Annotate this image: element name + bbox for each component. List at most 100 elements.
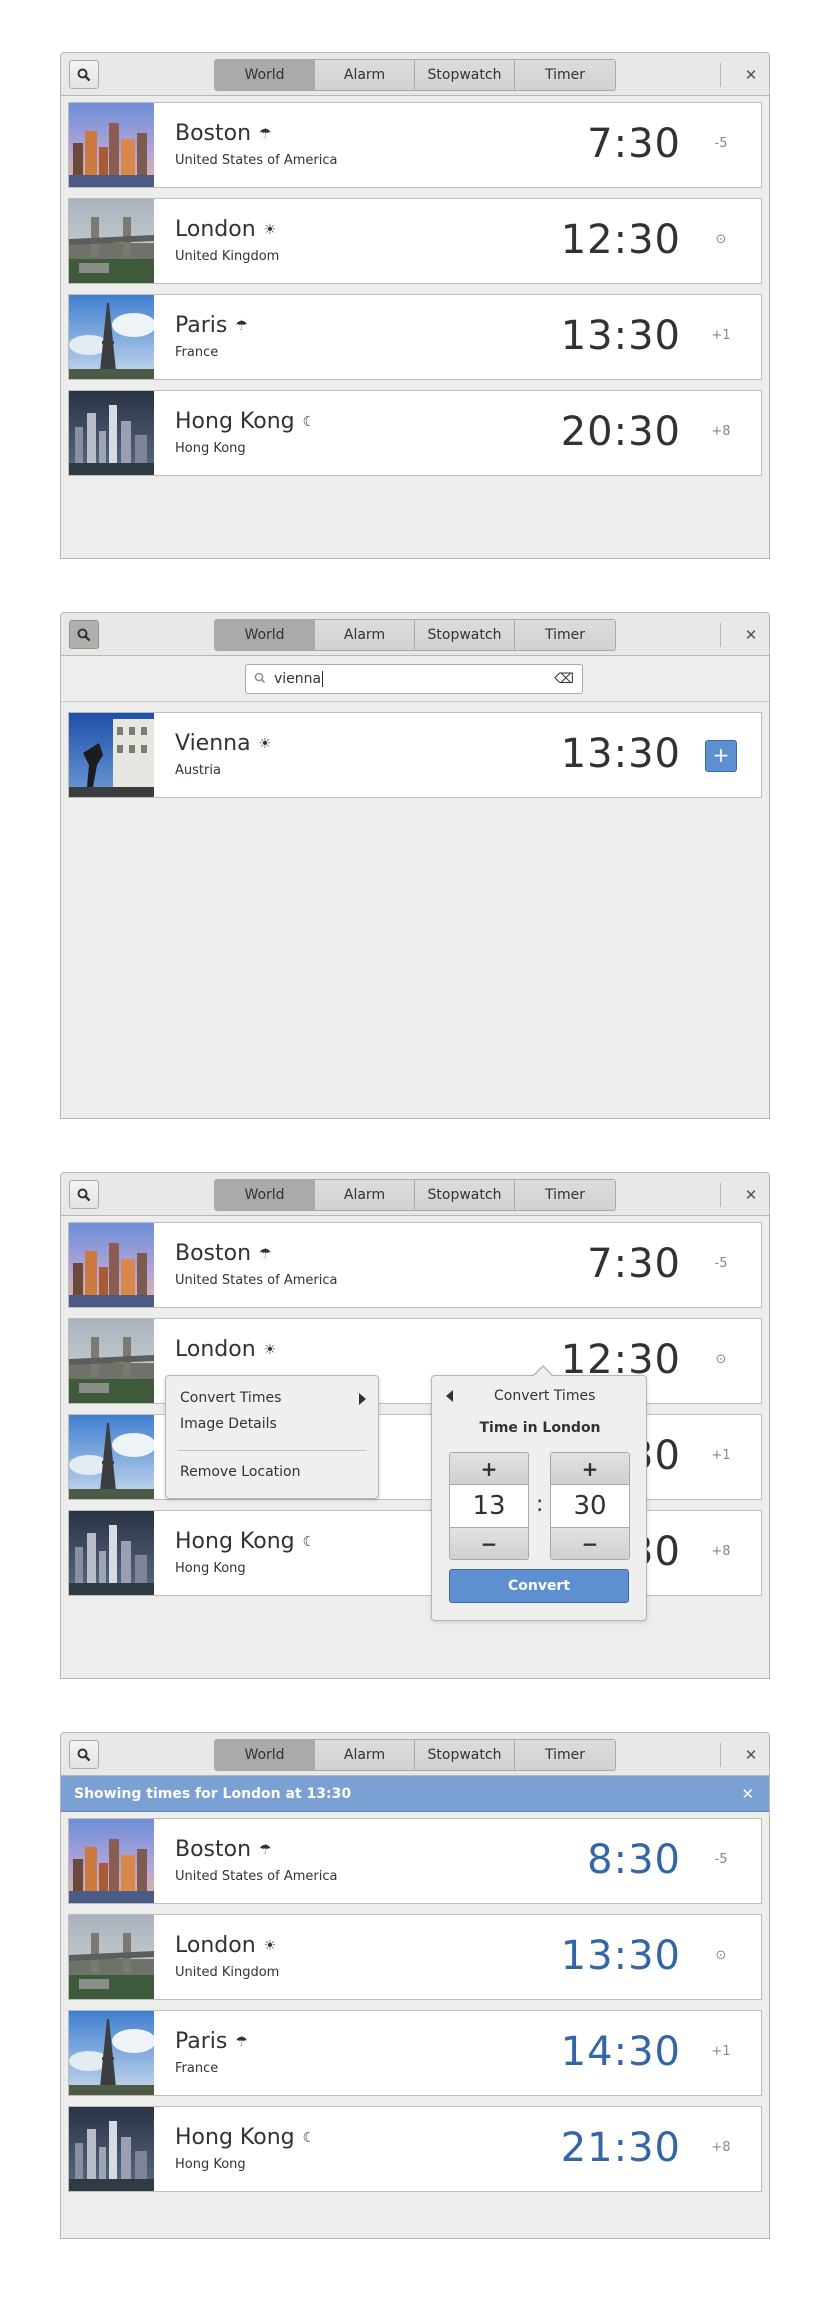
tab-world[interactable]: World	[215, 620, 315, 650]
search-icon	[254, 672, 266, 684]
header-bar: World Alarm Stopwatch Timer ✕	[61, 613, 769, 656]
minutes-decrement-button[interactable]: −	[551, 1527, 629, 1559]
header-separator	[720, 1183, 721, 1207]
city-name: Boston ☂	[175, 1837, 272, 1862]
city-photo-paris	[69, 1415, 154, 1499]
clock-row-boston[interactable]: Boston ☂ United States of America 8:30 -5	[68, 1818, 762, 1904]
tab-stopwatch[interactable]: Stopwatch	[415, 60, 515, 90]
close-icon[interactable]: ✕	[741, 65, 761, 85]
tab-world[interactable]: World	[215, 1740, 315, 1770]
menu-item-remove-location[interactable]: Remove Location	[180, 1464, 300, 1480]
clock-row-paris[interactable]: Paris ☂ France 14:30 +1	[68, 2010, 762, 2096]
search-button[interactable]	[69, 620, 99, 649]
menu-separator	[178, 1450, 366, 1451]
converted-time: 14:30	[560, 2029, 681, 2075]
tab-stopwatch[interactable]: Stopwatch	[415, 1180, 515, 1210]
search-icon	[77, 1188, 91, 1201]
tab-timer[interactable]: Timer	[515, 1740, 615, 1770]
converted-time: 13:30	[560, 1933, 681, 1979]
city-photo-vienna	[69, 713, 154, 797]
tab-alarm[interactable]: Alarm	[315, 60, 415, 90]
city-name: Paris ☂	[175, 313, 248, 338]
weather-icon: ☾	[302, 1533, 316, 1550]
utc-offset: -5	[714, 1256, 728, 1271]
tab-timer[interactable]: Timer	[515, 1180, 615, 1210]
hours-increment-button[interactable]: +	[450, 1453, 528, 1485]
city-photo-hong-kong	[69, 1511, 154, 1595]
time-colon: :	[536, 1492, 544, 1517]
clock-row-boston[interactable]: Boston ☂ United States of America 7:30 -5	[68, 102, 762, 188]
tab-timer[interactable]: Timer	[515, 620, 615, 650]
header-bar: World Alarm Stopwatch Timer ✕	[61, 1733, 769, 1776]
search-results: Vienna ☀ Austria 13:30 +	[61, 702, 769, 798]
back-button[interactable]	[446, 1390, 453, 1402]
tab-alarm[interactable]: Alarm	[315, 620, 415, 650]
clock-time: 13:30	[560, 313, 681, 359]
minutes-spinner[interactable]: + 30 −	[550, 1452, 630, 1560]
clock-row-paris[interactable]: Paris ☂ France 13:30 +1	[68, 294, 762, 380]
clock-row-london[interactable]: London ☀ United Kingdom 12:30 ⊙	[68, 198, 762, 284]
clock-row-hong-kong[interactable]: Hong Kong ☾ Hong Kong 20:30 +8	[68, 390, 762, 476]
tab-timer[interactable]: Timer	[515, 60, 615, 90]
menu-item-convert-times[interactable]: Convert Times	[180, 1390, 366, 1406]
tab-alarm[interactable]: Alarm	[315, 1740, 415, 1770]
minutes-increment-button[interactable]: +	[551, 1453, 629, 1485]
search-button[interactable]	[69, 60, 99, 89]
dismiss-notice-icon[interactable]: ✕	[741, 1776, 754, 1812]
tab-world[interactable]: World	[215, 60, 315, 90]
tab-stopwatch[interactable]: Stopwatch	[415, 1740, 515, 1770]
clock-time: 7:30	[587, 121, 681, 167]
city-name: Hong Kong ☾	[175, 1529, 316, 1554]
converted-time: 21:30	[560, 2125, 681, 2171]
menu-item-image-details[interactable]: Image Details	[180, 1416, 277, 1432]
popover-title: Convert Times	[494, 1388, 596, 1404]
search-button[interactable]	[69, 1180, 99, 1209]
city-name: Vienna ☀	[175, 731, 272, 756]
result-row-vienna[interactable]: Vienna ☀ Austria 13:30 +	[68, 712, 762, 798]
close-icon[interactable]: ✕	[741, 625, 761, 645]
clock-row-london[interactable]: London ☀ United Kingdom 13:30 ⊙	[68, 1914, 762, 2000]
view-switcher: World Alarm Stopwatch Timer	[214, 1739, 616, 1771]
city-name: London ☀	[175, 217, 277, 242]
world-clock-list: Boston ☂ United States of America 7:30 -5…	[61, 96, 769, 476]
search-input[interactable]: vienna ⌫	[245, 664, 583, 694]
hours-decrement-button[interactable]: −	[450, 1527, 528, 1559]
hours-spinner[interactable]: + 13 −	[449, 1452, 529, 1560]
weather-icon: ☂	[235, 2033, 248, 2050]
clock-row-hong-kong[interactable]: Hong Kong ☾ Hong Kong 21:30 +8	[68, 2106, 762, 2192]
search-button[interactable]	[69, 1740, 99, 1769]
close-icon[interactable]: ✕	[741, 1185, 761, 1205]
weather-icon: ☀	[263, 1937, 277, 1954]
clocks-window-search: World Alarm Stopwatch Timer ✕ vienna ⌫ V…	[60, 612, 770, 1119]
country-name: United Kingdom	[175, 249, 280, 264]
current-location-icon: ⊙	[715, 232, 727, 247]
add-location-button[interactable]: +	[705, 740, 737, 772]
clock-row-boston[interactable]: Boston ☂ United States of America 7:30 -5	[68, 1222, 762, 1308]
header-separator	[720, 623, 721, 647]
submenu-arrow-icon	[359, 1393, 366, 1405]
close-icon[interactable]: ✕	[741, 1745, 761, 1765]
country-name: United States of America	[175, 1273, 338, 1288]
tab-alarm[interactable]: Alarm	[315, 1180, 415, 1210]
tab-stopwatch[interactable]: Stopwatch	[415, 620, 515, 650]
city-name: Hong Kong ☾	[175, 409, 316, 434]
conversion-notice-bar: Showing times for London at 13:30 ✕	[61, 1776, 769, 1812]
convert-times-popover: Convert Times Time in London + 13 − : + …	[431, 1365, 647, 1621]
search-bar: vienna ⌫	[61, 656, 769, 702]
city-photo-boston	[69, 103, 154, 187]
popover-pointer-fill	[533, 1367, 553, 1377]
utc-offset: -5	[714, 136, 728, 151]
clock-row-hong-kong[interactable]: Hong Kong ☾ Hong Kong 30 +8	[68, 1510, 762, 1596]
clock-time: 20:30	[560, 409, 681, 455]
hours-value[interactable]: 13	[450, 1485, 528, 1527]
city-name: London ☀	[175, 1933, 277, 1958]
convert-button[interactable]: Convert	[449, 1569, 629, 1603]
utc-offset: +1	[711, 328, 731, 343]
tab-world[interactable]: World	[215, 1180, 315, 1210]
view-switcher: World Alarm Stopwatch Timer	[214, 1179, 616, 1211]
clear-search-icon[interactable]: ⌫	[554, 665, 574, 693]
weather-icon: ☾	[302, 2129, 316, 2146]
weather-icon: ☂	[259, 125, 272, 142]
weather-icon: ☀	[263, 221, 277, 238]
minutes-value[interactable]: 30	[551, 1485, 629, 1527]
